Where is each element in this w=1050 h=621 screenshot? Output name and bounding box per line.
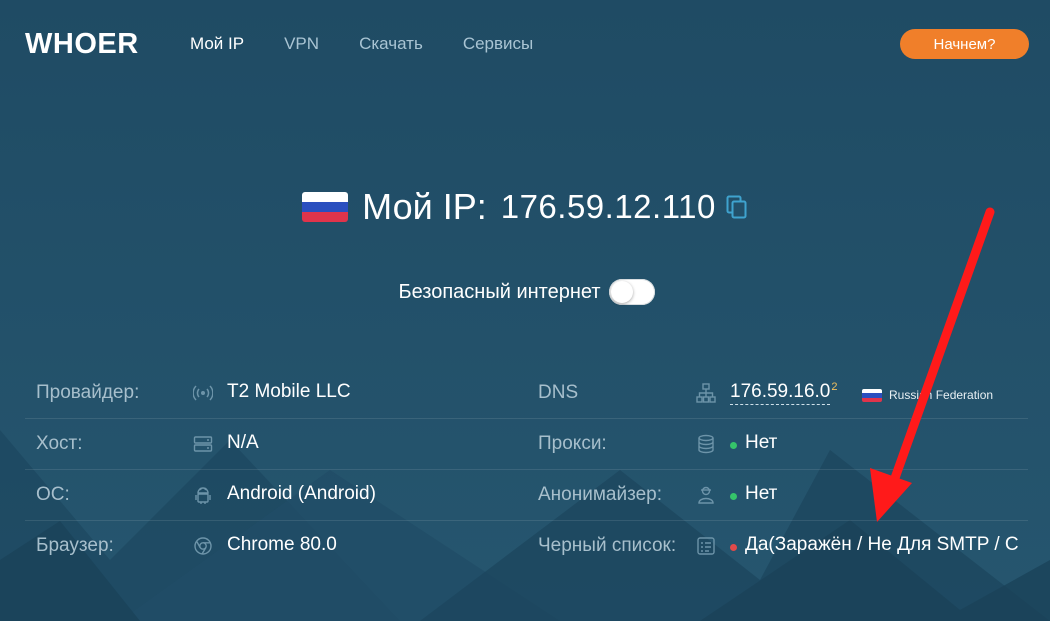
network-icon — [696, 383, 716, 403]
host-label: Хост: — [36, 433, 83, 454]
list-icon — [697, 537, 715, 555]
os-value: Android (Android) — [227, 483, 376, 504]
os-label: ОС: — [36, 484, 70, 505]
safe-internet-row: Безопасный интернет — [0, 276, 1050, 308]
safe-internet-label: Безопасный интернет — [398, 280, 601, 303]
dns-label: DNS — [538, 382, 579, 403]
ip-label: Мой IP: — [362, 186, 487, 227]
ip-headline: Мой IP: 176.59.12.110 — [0, 183, 1050, 231]
main-nav: Мой IP VPN Скачать Сервисы — [190, 34, 573, 54]
nav-services[interactable]: Сервисы — [463, 34, 533, 54]
host-value: N/A — [227, 432, 259, 453]
provider-value: T2 Mobile LLC — [227, 381, 351, 402]
nav-my-ip[interactable]: Мой IP — [190, 34, 244, 54]
info-row-host-proxy: Хост: N/A Прокси: Нет — [25, 419, 1028, 470]
proxy-label: Прокси: — [538, 433, 607, 454]
info-row-os-anonymizer: ОС: Android (Android) Анонимайзер: Нет — [25, 470, 1028, 521]
blacklist-status-dot — [730, 544, 737, 551]
nav-vpn[interactable]: VPN — [284, 34, 319, 54]
proxy-status-dot — [730, 442, 737, 449]
copy-icon[interactable] — [726, 195, 748, 219]
anonymizer-value: Нет — [745, 483, 778, 504]
ip-address: 176.59.12.110 — [500, 188, 716, 225]
signal-icon — [193, 385, 213, 401]
blacklist-value: Да(Заражён / Не Для SMTP / С — [745, 534, 1019, 555]
start-button[interactable]: Начнем? — [900, 29, 1029, 59]
dns-country: Russian Federation — [889, 388, 994, 402]
browser-value: Chrome 80.0 — [227, 534, 337, 555]
anonymizer-status-dot — [730, 493, 737, 500]
server-icon — [193, 436, 213, 452]
android-icon — [195, 487, 211, 504]
russia-flag-icon — [302, 192, 349, 222]
person-icon — [698, 486, 714, 504]
blacklist-label: Черный список: — [538, 535, 677, 556]
dns-value[interactable]: 176.59.16.02 — [730, 381, 838, 406]
whoer-logo[interactable]: WHOER — [25, 28, 139, 61]
dns-address[interactable]: 176.59.16.0 — [730, 381, 831, 406]
dns-count: 2 — [831, 381, 838, 393]
browser-label: Браузер: — [36, 535, 114, 556]
chrome-icon — [194, 537, 212, 555]
anonymizer-label: Анонимайзер: — [538, 484, 662, 505]
safe-internet-toggle[interactable] — [608, 279, 655, 305]
database-icon — [698, 434, 714, 454]
info-row-browser-blacklist: Браузер: Chrome 80.0 Черный список: Да(З… — [25, 521, 1028, 571]
info-row-provider-dns: Провайдер: T2 Mobile LLC DNS 176.59.16.0… — [25, 368, 1028, 419]
russia-flag-small-icon — [862, 389, 882, 402]
provider-label: Провайдер: — [36, 382, 140, 403]
toggle-knob — [610, 281, 633, 303]
connection-info-table: Провайдер: T2 Mobile LLC DNS 176.59.16.0… — [25, 368, 1028, 571]
proxy-value: Нет — [745, 432, 778, 453]
nav-download[interactable]: Скачать — [359, 34, 423, 54]
